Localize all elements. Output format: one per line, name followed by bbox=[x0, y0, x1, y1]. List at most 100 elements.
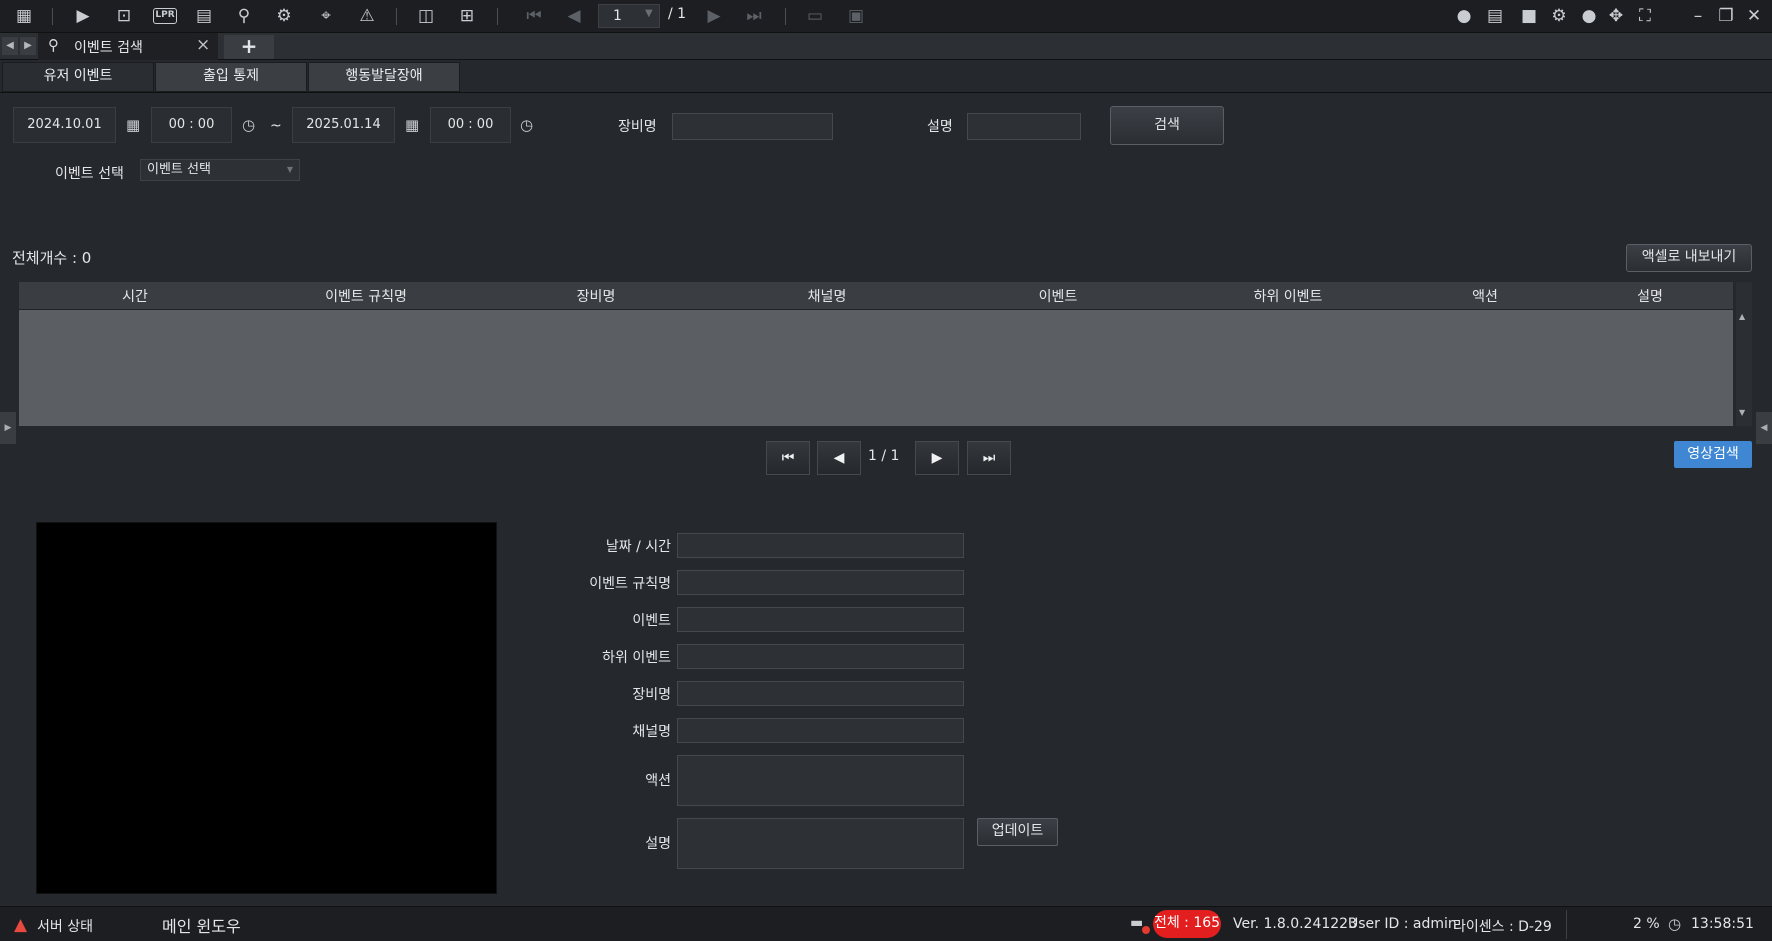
playback-search-icon[interactable]: ⊡ bbox=[112, 5, 136, 27]
event-list-icon[interactable]: ▤ bbox=[192, 5, 216, 27]
clock-icon[interactable]: ◷ bbox=[520, 116, 533, 134]
detail-channel-field[interactable] bbox=[677, 718, 964, 743]
grid-menu-icon[interactable]: ▦ bbox=[12, 5, 36, 27]
toolbar-divider bbox=[497, 8, 498, 25]
next-page-button[interactable]: ▶ bbox=[915, 441, 959, 475]
first-page-icon[interactable]: ⏮ bbox=[522, 5, 546, 27]
range-tilde: ~ bbox=[270, 118, 282, 134]
column-header-event[interactable]: 이벤트 bbox=[1039, 286, 1078, 306]
start-date-field[interactable]: 2024.10.01 bbox=[13, 107, 116, 143]
live-view-icon[interactable]: ▶ bbox=[71, 5, 95, 27]
detail-event-field[interactable] bbox=[677, 607, 964, 632]
restore-icon[interactable]: ❐ bbox=[1714, 5, 1738, 27]
table-scrollbar[interactable]: ▲ ▼ bbox=[1736, 282, 1752, 426]
calendar-icon[interactable]: ▦ bbox=[126, 116, 140, 134]
add-tab-button[interactable]: + bbox=[224, 35, 274, 59]
detail-action-field[interactable] bbox=[677, 755, 964, 806]
column-header-channel[interactable]: 채널명 bbox=[808, 286, 847, 306]
minimize-icon[interactable]: – bbox=[1686, 5, 1710, 27]
prev-page-button[interactable]: ◀ bbox=[817, 441, 861, 475]
video-search-button[interactable]: 영상검색 bbox=[1674, 441, 1752, 468]
column-header-description[interactable]: 설명 bbox=[1637, 286, 1663, 306]
move-icon[interactable]: ✥ bbox=[1604, 5, 1628, 27]
toolbar-divider bbox=[396, 8, 397, 25]
screen-record-icon[interactable]: ▣ bbox=[844, 5, 868, 27]
message-icon[interactable]: ▤ bbox=[1483, 5, 1507, 27]
location-search-icon[interactable]: ⌖ bbox=[314, 5, 338, 27]
end-date-field[interactable]: 2025.01.14 bbox=[292, 107, 395, 143]
description-input[interactable] bbox=[967, 113, 1081, 140]
end-time-field[interactable]: 00 : 00 bbox=[430, 107, 511, 143]
bicycle-icon[interactable]: ⚙ bbox=[272, 5, 296, 27]
layout-icon[interactable]: ◫ bbox=[414, 5, 438, 27]
export-excel-button[interactable]: 액셀로 내보내기 bbox=[1626, 244, 1752, 272]
right-panel-toggle-icon[interactable]: ◀ bbox=[1756, 412, 1772, 444]
table-body bbox=[19, 310, 1733, 426]
detail-sub-event-field[interactable] bbox=[677, 644, 964, 669]
pager-text: 1 / 1 bbox=[868, 448, 900, 464]
detail-device-field[interactable] bbox=[677, 681, 964, 706]
update-button[interactable]: 업데이트 bbox=[977, 818, 1058, 846]
column-header-sub-event[interactable]: 하위 이벤트 bbox=[1254, 286, 1323, 306]
total-count: 전체개수 : 0 bbox=[12, 249, 92, 267]
left-panel-toggle-icon[interactable]: ▶ bbox=[0, 412, 16, 444]
search-button[interactable]: 검색 bbox=[1110, 106, 1224, 145]
first-page-button[interactable]: ⏮ bbox=[766, 441, 810, 475]
search-icon: ⚲ bbox=[48, 36, 59, 54]
lock-icon[interactable]: ■ bbox=[1517, 5, 1541, 27]
device-input[interactable] bbox=[672, 113, 833, 140]
event-select-dropdown[interactable]: 이벤트 선택 ▼ bbox=[140, 159, 300, 181]
start-time-field[interactable]: 00 : 00 bbox=[151, 107, 232, 143]
next-page-icon[interactable]: ▶ bbox=[702, 5, 726, 27]
user-id-text: User ID : admin bbox=[1348, 916, 1457, 932]
divider bbox=[1566, 910, 1567, 939]
subtab-behavior-disorder[interactable]: 행동발달장애 bbox=[308, 62, 460, 92]
chat-icon[interactable]: ● bbox=[1452, 5, 1476, 27]
scroll-up-icon[interactable]: ▲ bbox=[1739, 312, 1745, 321]
page-number-select[interactable]: 1 ▼ bbox=[598, 4, 660, 28]
event-select-label: 이벤트 선택 bbox=[55, 166, 124, 182]
last-page-icon[interactable]: ⏭ bbox=[742, 5, 766, 27]
page-number-value: 1 bbox=[613, 8, 622, 24]
monitor-icon[interactable]: ▭ bbox=[803, 5, 827, 27]
subtab-access-control[interactable]: 출입 통제 bbox=[155, 62, 307, 92]
detail-description-field[interactable] bbox=[677, 818, 964, 869]
tab-scroll-left-icon[interactable]: ◀ bbox=[2, 37, 18, 55]
divider bbox=[0, 92, 1772, 93]
column-header-time[interactable]: 시간 bbox=[122, 286, 148, 306]
user-icon[interactable]: ● bbox=[1577, 5, 1601, 27]
last-page-button[interactable]: ⏭ bbox=[967, 441, 1011, 475]
detail-datetime-field[interactable] bbox=[677, 533, 964, 558]
clock-icon[interactable]: ◷ bbox=[242, 116, 255, 134]
detail-label-sub-event: 하위 이벤트 bbox=[602, 650, 671, 666]
settings-icon[interactable]: ⚙ bbox=[1547, 5, 1571, 27]
detail-label-datetime: 날짜 / 시간 bbox=[605, 539, 671, 555]
tab-scroll-right-icon[interactable]: ▶ bbox=[20, 37, 36, 55]
total-badge[interactable]: 전체 : 165 bbox=[1153, 910, 1221, 938]
column-header-action[interactable]: 액션 bbox=[1472, 286, 1498, 306]
detail-rule-name-field[interactable] bbox=[677, 570, 964, 595]
calendar-icon[interactable]: ▦ bbox=[405, 116, 419, 134]
add-screen-icon[interactable]: ⊞ bbox=[455, 5, 479, 27]
detail-label-device: 장비명 bbox=[632, 687, 671, 703]
person-search-icon[interactable]: ⚲ bbox=[232, 5, 256, 27]
subtab-user-event[interactable]: 유저 이벤트 bbox=[2, 62, 154, 92]
fullscreen-icon[interactable]: ⛶ bbox=[1633, 5, 1657, 27]
close-icon[interactable]: ✕ bbox=[1742, 5, 1766, 27]
prev-page-icon[interactable]: ◀ bbox=[562, 5, 586, 27]
scroll-down-icon[interactable]: ▼ bbox=[1739, 408, 1745, 417]
close-icon[interactable]: × bbox=[196, 35, 210, 55]
page-total: / 1 bbox=[668, 6, 687, 22]
column-header-device[interactable]: 장비명 bbox=[577, 286, 616, 306]
main-toolbar: ▦ ▶ ⊡ LPR ▤ ⚲ ⚙ ⌖ ⚠ ◫ ⊞ ⏮ ◀ 1 ▼ / 1 ▶ ⏭ … bbox=[0, 0, 1772, 33]
lpr-icon[interactable]: LPR bbox=[153, 8, 177, 24]
alarm-icon[interactable]: ⚠ bbox=[355, 5, 379, 27]
column-header-rule-name[interactable]: 이벤트 규칙명 bbox=[325, 286, 407, 306]
status-bar: ▲ 서버 상태 메인 윈도우 ▬ 전체 : 165 Ver. 1.8.0.241… bbox=[0, 906, 1772, 941]
toolbar-divider bbox=[785, 8, 786, 25]
detail-label-channel: 채널명 bbox=[632, 724, 671, 740]
video-preview bbox=[36, 522, 497, 894]
server-status[interactable]: 서버 상태 bbox=[37, 916, 93, 936]
tab-event-search[interactable]: ⚲ 이벤트 검색 × bbox=[38, 33, 218, 60]
device-label: 장비명 bbox=[618, 119, 657, 135]
